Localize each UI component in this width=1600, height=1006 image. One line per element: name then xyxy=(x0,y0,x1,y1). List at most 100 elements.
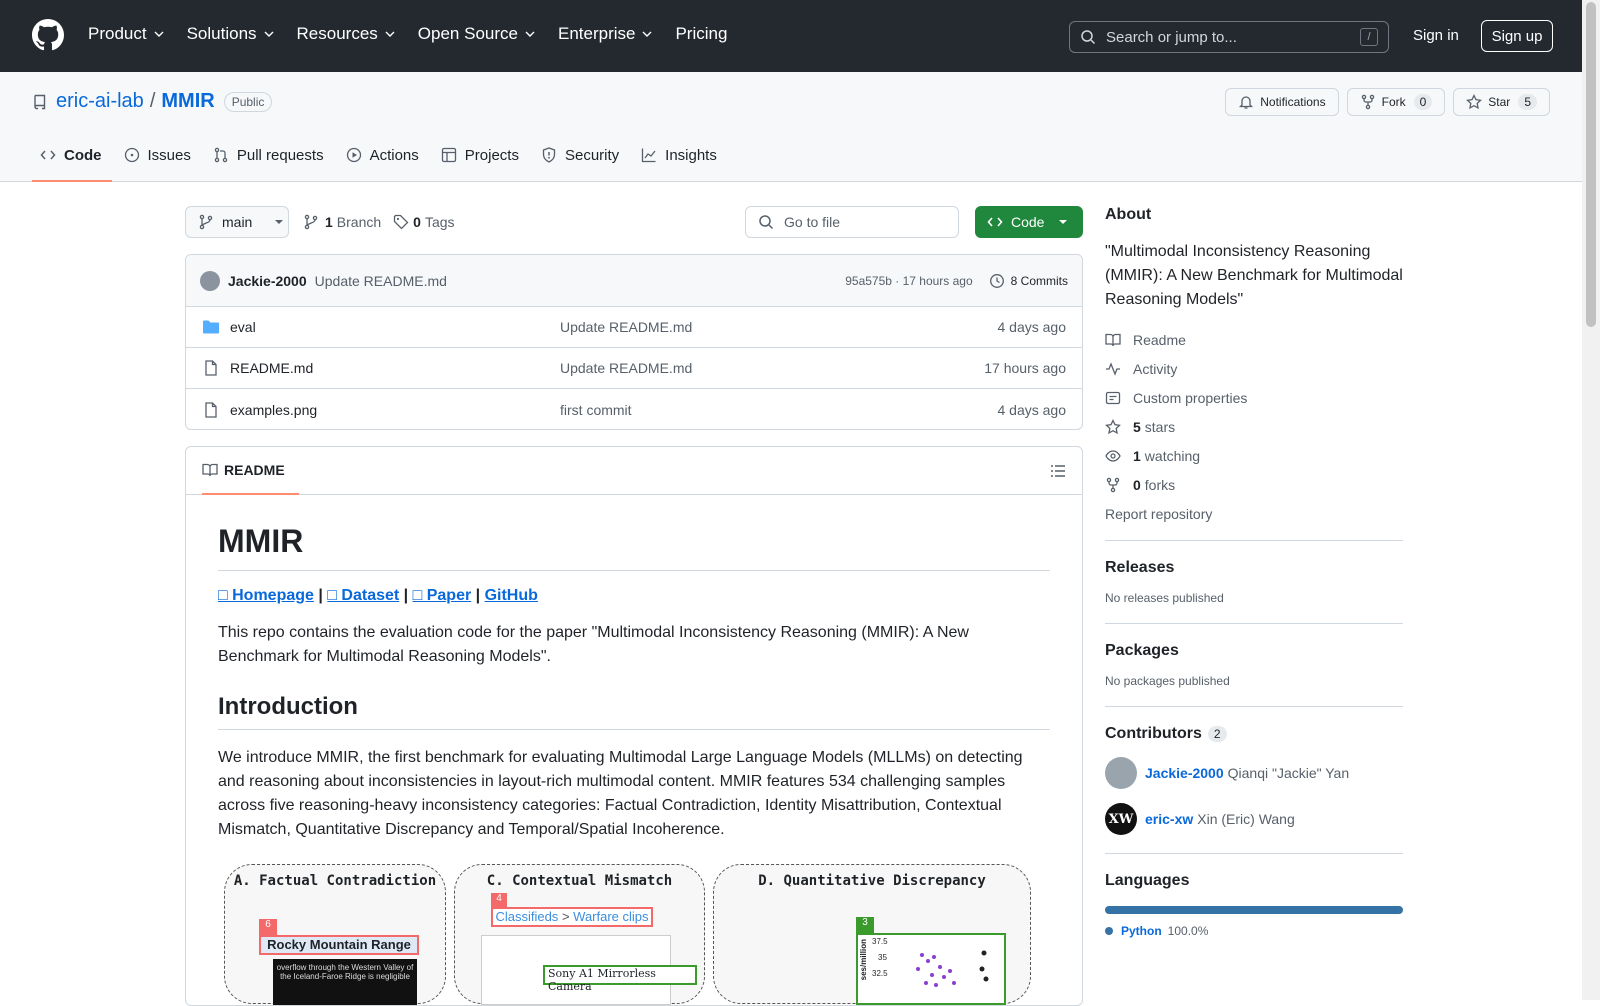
tags-link[interactable]: 0 Tags xyxy=(413,214,454,230)
tab-actions[interactable]: Actions xyxy=(338,142,429,182)
star-button[interactable]: Star 5 xyxy=(1453,88,1550,116)
file-row-readme[interactable]: README.md Update README.md 17 hours ago xyxy=(186,348,1082,389)
commit-meta: 95a575b · 17 hours ago 8 Commits xyxy=(845,273,1068,289)
repo-name-link[interactable]: MMIR xyxy=(161,90,214,113)
file-row-eval[interactable]: eval Update README.md 4 days ago xyxy=(186,307,1082,348)
readme-link[interactable]: Readme xyxy=(1105,332,1403,348)
go-to-file-input[interactable]: Go to file xyxy=(745,206,959,238)
branch-selector[interactable]: main xyxy=(185,206,289,238)
language-item[interactable]: Python 100.0% xyxy=(1105,924,1403,938)
readme-title: MMIR xyxy=(218,495,1050,571)
file-name[interactable]: examples.png xyxy=(230,402,317,418)
branch-tag-meta: 1 Branch 0 Tags xyxy=(303,214,455,230)
commit-author-link[interactable]: Jackie-2000 xyxy=(228,273,307,289)
fork-button[interactable]: Fork 0 xyxy=(1346,88,1446,116)
menu-label: Product xyxy=(88,24,147,43)
activity-link[interactable]: Activity xyxy=(1105,361,1403,377)
language-bar xyxy=(1105,906,1403,914)
custom-properties-link[interactable]: Custom properties xyxy=(1105,390,1403,406)
packages-heading[interactable]: Packages xyxy=(1105,642,1403,660)
outline-list-icon[interactable] xyxy=(1050,463,1066,479)
branch-name: main xyxy=(222,214,253,230)
branch-count: 1 xyxy=(325,214,333,230)
branch-icon xyxy=(199,214,213,230)
menu-label: Open Source xyxy=(417,24,518,43)
divider xyxy=(1105,853,1403,854)
panel-tick: 37.5 xyxy=(872,937,888,946)
scatter-dots xyxy=(916,950,989,987)
menu-resources[interactable]: Resources xyxy=(297,24,396,44)
readme-section-heading: Introduction xyxy=(218,693,1050,730)
code-icon xyxy=(987,217,1003,227)
menu-pricing[interactable]: Pricing xyxy=(675,24,727,44)
dataset-link[interactable]: □ Dataset xyxy=(327,587,399,604)
scrollbar-thumb[interactable] xyxy=(1586,2,1596,327)
star-icon xyxy=(1105,419,1121,435)
commit-hash-link[interactable]: 95a575b · 17 hours ago xyxy=(845,274,972,288)
avatar[interactable] xyxy=(200,270,220,291)
panel-highlight: Rocky Mountain Range xyxy=(259,935,419,955)
panel-label: Classifieds xyxy=(495,909,559,924)
search-icon xyxy=(759,215,774,230)
star-icon xyxy=(1466,94,1483,110)
chevron-down-icon xyxy=(264,31,274,37)
file-commit-message[interactable]: Update README.md xyxy=(560,319,692,335)
sign-in-link[interactable]: Sign in xyxy=(1413,27,1459,44)
code-button[interactable]: Code xyxy=(975,206,1083,238)
search-input[interactable]: Search or jump to... / xyxy=(1069,21,1389,53)
book-icon xyxy=(1105,333,1121,347)
language-color-dot xyxy=(1105,927,1113,935)
contributors-heading[interactable]: Contributors xyxy=(1105,725,1202,743)
file-commit-message[interactable]: Update README.md xyxy=(560,360,692,376)
file-row-examples[interactable]: examples.png first commit 4 days ago xyxy=(186,389,1082,429)
tab-security[interactable]: Security xyxy=(533,142,629,182)
search-placeholder: Search or jump to... xyxy=(1106,28,1237,46)
menu-label: Solutions xyxy=(186,24,257,43)
contributor-item[interactable]: XW eric-xw Xin (Eric) Wang xyxy=(1105,803,1403,835)
menu-open-source[interactable]: Open Source xyxy=(418,24,536,44)
tab-pull-requests[interactable]: Pull requests xyxy=(205,142,334,182)
tab-projects[interactable]: Projects xyxy=(433,142,529,182)
contributor-item[interactable]: Jackie-2000 Qianqi "Jackie" Yan xyxy=(1105,757,1403,789)
packages-text: No packages published xyxy=(1105,674,1230,688)
tab-code[interactable]: Code xyxy=(32,142,112,182)
panel-axis-label: ses/million xyxy=(859,939,868,981)
releases-text: No releases published xyxy=(1105,591,1224,605)
paper-link[interactable]: □ Paper xyxy=(413,587,472,604)
tab-issues[interactable]: Issues xyxy=(116,142,201,182)
file-date: 17 hours ago xyxy=(984,360,1066,376)
menu-product[interactable]: Product xyxy=(88,24,165,44)
page-scrollbar[interactable] xyxy=(1582,0,1600,1000)
panel-title: D. Quantitative Discrepancy xyxy=(758,873,986,889)
readme-paragraph: We introduce MMIR, the first benchmark f… xyxy=(218,749,1023,838)
note-icon xyxy=(1105,391,1121,405)
tab-insights[interactable]: Insights xyxy=(633,142,727,182)
file-name[interactable]: eval xyxy=(230,319,256,335)
caret-down-icon xyxy=(1059,220,1068,224)
report-repository-link[interactable]: Report repository xyxy=(1105,506,1403,522)
panel-marker: 6 xyxy=(259,919,277,935)
menu-enterprise[interactable]: Enterprise xyxy=(558,24,653,44)
homepage-link[interactable]: □ Homepage xyxy=(218,587,314,604)
readme-tab[interactable]: README xyxy=(202,447,299,495)
repo-owner-link[interactable]: eric-ai-lab xyxy=(56,90,144,113)
commits-link[interactable]: 8 Commits xyxy=(989,273,1068,289)
commit-message-link[interactable]: Update README.md xyxy=(315,273,447,289)
releases-heading[interactable]: Releases xyxy=(1105,559,1403,577)
github-link[interactable]: GitHub xyxy=(485,587,538,604)
file-commit-message[interactable]: first commit xyxy=(560,402,632,418)
chevron-down-icon xyxy=(154,31,164,37)
readme-header: README xyxy=(186,447,1082,495)
menu-solutions[interactable]: Solutions xyxy=(187,24,275,44)
github-logo-icon[interactable] xyxy=(32,19,64,51)
pulse-icon xyxy=(1106,362,1120,376)
file-name[interactable]: README.md xyxy=(230,360,313,376)
stars-link[interactable]: 5 stars xyxy=(1105,419,1403,435)
branches-link[interactable]: 1 Branch xyxy=(325,214,381,230)
watching-link[interactable]: 1 watching xyxy=(1105,448,1403,464)
tab-label: Security xyxy=(564,146,620,164)
panel-title: A. Factual Contradiction xyxy=(233,873,437,889)
sign-up-button[interactable]: Sign up xyxy=(1481,20,1553,52)
forks-link[interactable]: 0 forks xyxy=(1105,477,1403,493)
notifications-button[interactable]: Notifications xyxy=(1225,88,1339,116)
